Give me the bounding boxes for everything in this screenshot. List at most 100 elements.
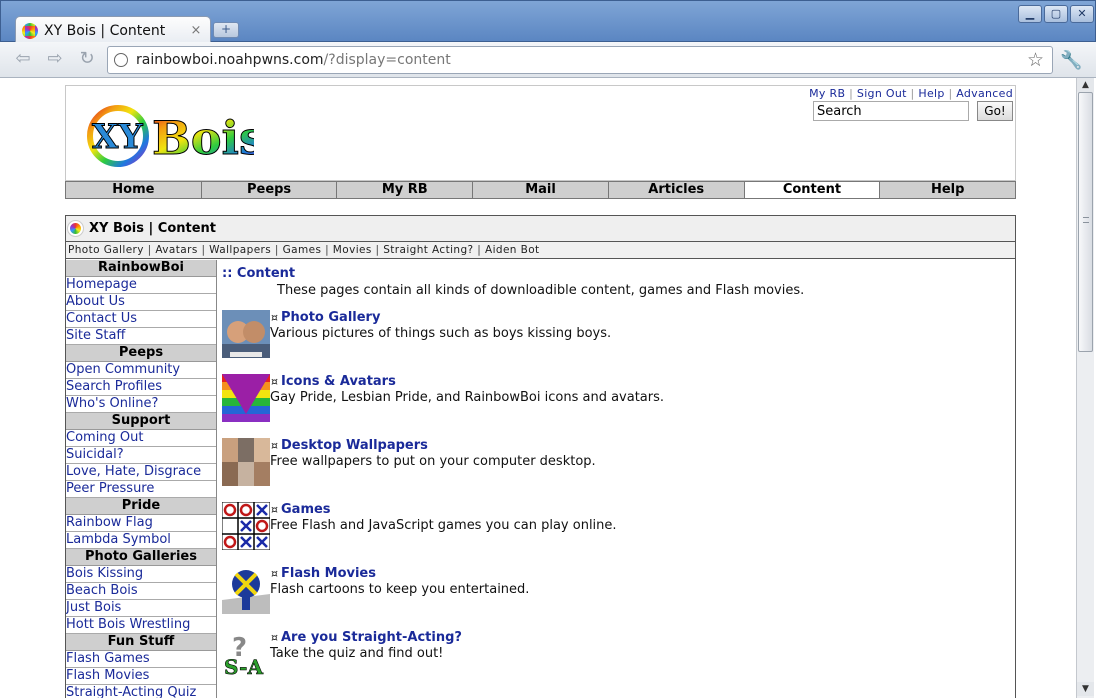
web-page: XY Bois My RB | Sign Out | Help | Advanc… [0, 79, 1076, 698]
advanced-link[interactable]: Advanced [956, 87, 1013, 100]
bullet-icon: ¤ [271, 567, 278, 580]
sidebar-item-open-community[interactable]: Open Community [66, 362, 216, 379]
sidebar-item-just-bois[interactable]: Just Bois [66, 600, 216, 617]
minimize-window-icon[interactable]: ▁ [1018, 5, 1042, 23]
nav-tab-my-rb[interactable]: My RB [337, 182, 474, 198]
sidebar-item-peer-pressure[interactable]: Peer Pressure [66, 481, 216, 498]
entry-title-link[interactable]: Photo Gallery [281, 310, 380, 325]
svg-text:Bois: Bois [152, 111, 254, 165]
sidebar: RainbowBoi Homepage About Us Contact Us … [66, 260, 217, 698]
nav-tab-home[interactable]: Home [66, 182, 202, 198]
sign-out-link[interactable]: Sign Out [857, 87, 907, 100]
sidebar-item-bois-kissing[interactable]: Bois Kissing [66, 566, 216, 583]
pride-triangle-thumb-icon[interactable] [222, 374, 270, 422]
page-scrollbar[interactable]: ▲ ▼ [1076, 78, 1094, 698]
sidebar-item-flash-games[interactable]: Flash Games [66, 651, 216, 668]
xy-bois-logo[interactable]: XY Bois [84, 96, 254, 174]
help-link[interactable]: Help [918, 87, 944, 100]
sidebar-item-straight-acting-quiz[interactable]: Straight-Acting Quiz [66, 685, 216, 698]
new-tab-button[interactable]: + [213, 22, 239, 38]
entry-description: Various pictures of things such as boys … [270, 326, 612, 341]
nav-tab-articles[interactable]: Articles [608, 182, 745, 198]
sidebar-heading: Support [66, 413, 216, 430]
nav-tab-peeps[interactable]: Peeps [201, 182, 338, 198]
scroll-grip-icon [1083, 217, 1089, 223]
subnav-straight-acting[interactable]: Straight Acting? [383, 244, 473, 256]
sidebar-item-lambda-symbol[interactable]: Lambda Symbol [66, 532, 216, 549]
sidebar-item-coming-out[interactable]: Coming Out [66, 430, 216, 447]
entry-title-link[interactable]: Icons & Avatars [281, 374, 396, 389]
scroll-up-arrow-icon[interactable]: ▲ [1077, 78, 1094, 92]
tab-close-icon[interactable]: × [188, 23, 204, 38]
entry-description: Free wallpapers to put on your computer … [270, 454, 596, 469]
sidebar-item-love-hate-disgrace[interactable]: Love, Hate, Disgrace [66, 464, 216, 481]
section-title: :: Content [222, 266, 296, 281]
entry-description: Gay Pride, Lesbian Pride, and RainbowBoi… [270, 390, 665, 405]
browser-toolbar: ⇦ ⇨ ↻ rainbowboi.noahpwns.com/?display=c… [0, 42, 1096, 78]
wallpapers-thumb-icon[interactable] [222, 438, 270, 486]
sidebar-heading: RainbowBoi [66, 260, 216, 277]
url-host: rainbowboi.noahpwns.com [136, 52, 324, 68]
subnav-games[interactable]: Games [283, 244, 322, 256]
subnav-aiden-bot[interactable]: Aiden Bot [485, 244, 540, 256]
page-globe-icon [114, 53, 128, 67]
svg-text:S-A: S-A [224, 655, 263, 678]
scroll-thumb[interactable] [1078, 92, 1093, 352]
subnav-movies[interactable]: Movies [333, 244, 372, 256]
sidebar-heading: Fun Stuff [66, 634, 216, 651]
content-panel-title-text: XY Bois | Content [89, 221, 217, 236]
sidebar-item-hott-bois-wrestling[interactable]: Hott Bois Wrestling [66, 617, 216, 634]
entry-title-link[interactable]: Games [281, 502, 331, 517]
sidebar-item-beach-bois[interactable]: Beach Bois [66, 583, 216, 600]
content-panel: XY Bois | Content Photo Gallery | Avatar… [65, 215, 1016, 698]
search-input[interactable] [813, 101, 969, 121]
close-window-icon[interactable]: ✕ [1070, 5, 1094, 23]
wrench-menu-icon[interactable]: 🔧 [1060, 50, 1082, 71]
straight-acting-thumb-icon[interactable]: ? S-A [222, 630, 270, 678]
browser-tab[interactable]: XY Bois | Content × [15, 16, 211, 44]
subnav-photo-gallery[interactable]: Photo Gallery [68, 244, 144, 256]
bullet-icon: ¤ [271, 503, 278, 516]
site-header: XY Bois My RB | Sign Out | Help | Advanc… [65, 85, 1016, 181]
tab-title: XY Bois | Content [44, 22, 166, 39]
sidebar-item-about-us[interactable]: About Us [66, 294, 216, 311]
sidebar-item-suicidal[interactable]: Suicidal? [66, 447, 216, 464]
reload-icon[interactable]: ↻ [74, 48, 100, 72]
sidebar-item-whos-online[interactable]: Who's Online? [66, 396, 216, 413]
sidebar-item-rainbow-flag[interactable]: Rainbow Flag [66, 515, 216, 532]
go-button[interactable]: Go! [977, 101, 1013, 121]
nav-tab-help[interactable]: Help [880, 182, 1016, 198]
subnav-wallpapers[interactable]: Wallpapers [209, 244, 271, 256]
flash-movies-thumb-icon[interactable] [222, 566, 270, 614]
entry-title-link[interactable]: Flash Movies [281, 566, 376, 581]
main-nav: Home Peeps My RB Mail Articles Content H… [65, 181, 1016, 199]
forward-arrow-icon[interactable]: ⇨ [42, 48, 68, 72]
address-bar[interactable]: rainbowboi.noahpwns.com/?display=content… [107, 46, 1053, 74]
bullet-icon: ¤ [271, 439, 278, 452]
entry-title-link[interactable]: Are you Straight-Acting? [281, 630, 462, 645]
window-titlebar: XY Bois | Content × + ▁ ▢ ✕ [0, 0, 1096, 44]
sidebar-item-homepage[interactable]: Homepage [66, 277, 216, 294]
sidebar-heading: Pride [66, 498, 216, 515]
content-entry: ¤ Photo Gallery Various pictures of thing… [222, 310, 1002, 360]
back-arrow-icon[interactable]: ⇦ [10, 48, 36, 72]
nav-tab-mail[interactable]: Mail [473, 182, 609, 198]
nav-tab-content[interactable]: Content [744, 182, 881, 198]
bookmark-star-icon[interactable]: ☆ [1027, 49, 1044, 71]
sidebar-item-flash-movies[interactable]: Flash Movies [66, 668, 216, 685]
sidebar-item-contact-us[interactable]: Contact Us [66, 311, 216, 328]
bullet-icon: ¤ [271, 631, 278, 644]
account-links: My RB | Sign Out | Help | Advanced [809, 87, 1013, 100]
my-rb-link[interactable]: My RB [809, 87, 845, 100]
subnav-avatars[interactable]: Avatars [155, 244, 197, 256]
tic-tac-toe-thumb-icon[interactable] [222, 502, 270, 550]
photo-gallery-thumb-icon[interactable] [222, 310, 270, 358]
scroll-down-arrow-icon[interactable]: ▼ [1077, 682, 1094, 696]
maximize-window-icon[interactable]: ▢ [1044, 5, 1068, 23]
sidebar-heading: Photo Galleries [66, 549, 216, 566]
entry-title-link[interactable]: Desktop Wallpapers [281, 438, 428, 453]
content-panel-title: XY Bois | Content [66, 216, 1015, 242]
sidebar-item-search-profiles[interactable]: Search Profiles [66, 379, 216, 396]
content-subnav: Photo Gallery | Avatars | Wallpapers | G… [66, 242, 1015, 259]
sidebar-item-site-staff[interactable]: Site Staff [66, 328, 216, 345]
